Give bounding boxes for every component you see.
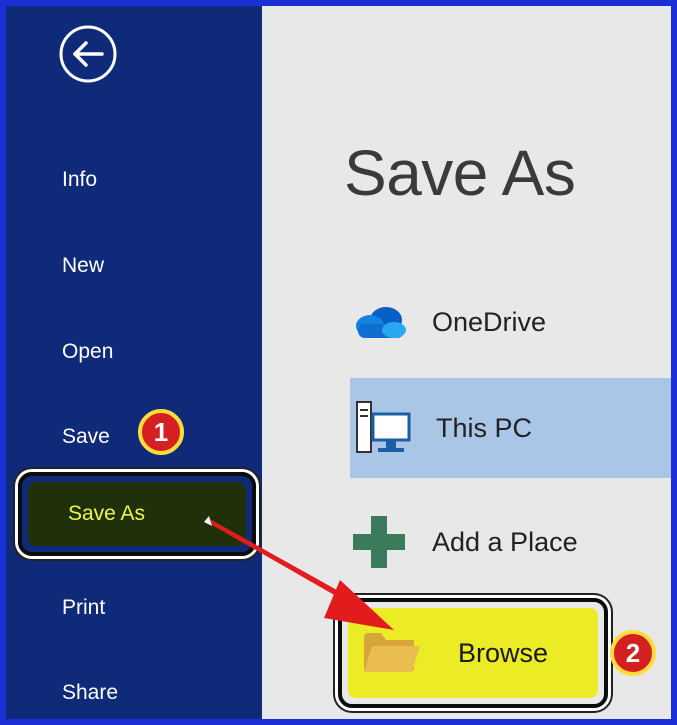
- onedrive-cloud-icon: [348, 304, 410, 340]
- folder-icon: [362, 628, 420, 679]
- computer-icon: [352, 398, 414, 458]
- sidebar-item-save-as[interactable]: Save As: [28, 482, 246, 546]
- browse-button[interactable]: Browse: [348, 608, 598, 698]
- sidebar-item-save-as-highlight: Save As: [18, 472, 256, 556]
- plus-icon: [348, 514, 410, 570]
- back-button[interactable]: [58, 24, 118, 84]
- browse-highlight: Browse: [338, 598, 608, 708]
- page-title: Save As: [344, 137, 576, 209]
- back-arrow-icon: [59, 25, 117, 83]
- sidebar-item-save[interactable]: Save: [62, 425, 110, 449]
- screenshot-frame: Info New Open Save Save As Print Share 1…: [0, 0, 677, 725]
- step-badge-1: 1: [138, 409, 184, 455]
- sidebar-item-open[interactable]: Open: [62, 340, 113, 364]
- save-as-pane: Save As OneDrive This PC Add a Place Bro…: [262, 6, 671, 719]
- sidebar-item-info[interactable]: Info: [62, 168, 97, 192]
- sidebar-item-save-as-label: Save As: [68, 502, 146, 525]
- location-onedrive[interactable]: OneDrive: [348, 272, 671, 372]
- sidebar-item-share[interactable]: Share: [62, 681, 118, 705]
- location-this-pc[interactable]: This PC: [350, 378, 671, 478]
- sidebar-item-print[interactable]: Print: [62, 596, 105, 620]
- sidebar-item-new[interactable]: New: [62, 254, 104, 278]
- browse-label: Browse: [458, 637, 549, 668]
- location-add-a-place[interactable]: Add a Place: [348, 492, 671, 592]
- location-onedrive-label: OneDrive: [432, 306, 547, 337]
- backstage-sidebar: Info New Open Save Save As Print Share 1: [6, 6, 262, 719]
- location-add-a-place-label: Add a Place: [432, 526, 578, 557]
- location-this-pc-label: This PC: [436, 412, 533, 443]
- step-badge-2: 2: [610, 630, 656, 676]
